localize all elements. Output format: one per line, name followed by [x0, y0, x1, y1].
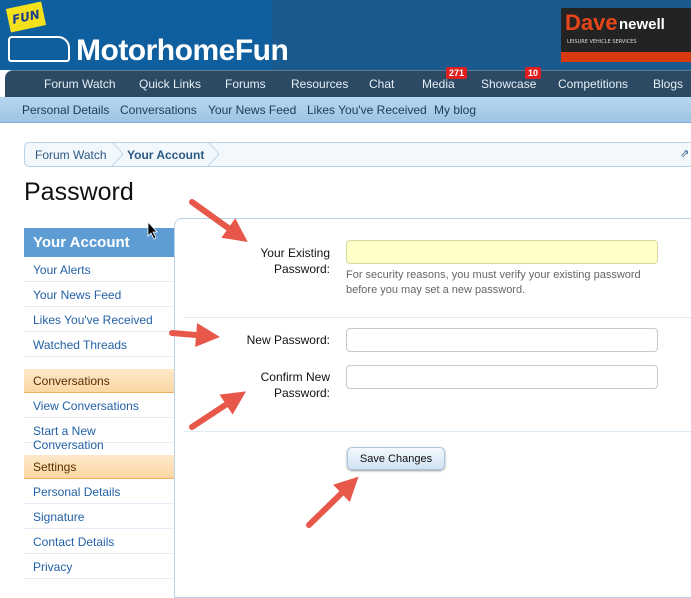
divider	[184, 317, 691, 318]
subnav-conversations[interactable]: Conversations	[120, 103, 197, 117]
page-title: Password	[24, 178, 134, 206]
breadcrumb: Forum Watch Your Account ⇗	[24, 142, 691, 167]
showcase-count-badge: 10	[525, 67, 542, 79]
sidebar-group-settings[interactable]: Settings	[24, 455, 174, 479]
existing-password-label: Your Existing Password:	[260, 246, 330, 276]
ad-tagline: LEISURE VEHICLE SERVICES	[567, 39, 637, 45]
nav-chat[interactable]: Chat	[369, 77, 394, 91]
nav-resources[interactable]: Resources	[291, 77, 348, 91]
sidebar-item-watched-threads[interactable]: Watched Threads	[24, 332, 174, 357]
divider	[184, 431, 691, 432]
nav-media-label: Media	[422, 77, 455, 91]
media-count-badge: 271	[446, 67, 468, 79]
subnav-likes[interactable]: Likes You've Received	[307, 103, 427, 117]
nav-media[interactable]: Media 271	[422, 67, 468, 91]
ad-brand: Dave	[565, 10, 618, 35]
advert-banner[interactable]: Dave newell LEISURE VEHICLE SERVICES	[561, 8, 691, 62]
sidebar-item-contact-details[interactable]: Contact Details	[24, 529, 174, 554]
existing-password-input[interactable]	[346, 240, 658, 264]
breadcrumb-your-account[interactable]: Your Account	[127, 148, 204, 162]
nav-showcase-label: Showcase	[481, 77, 537, 91]
sidebar-title[interactable]: Your Account	[24, 228, 174, 257]
nav-blogs[interactable]: Blogs	[653, 77, 683, 91]
logo-text: MotorhomeFun	[76, 34, 289, 67]
sidebar-item-privacy[interactable]: Privacy	[24, 554, 174, 579]
confirm-password-label: Confirm New Password:	[260, 370, 330, 400]
nav-quick-links[interactable]: Quick Links	[139, 77, 201, 91]
sidebar: Your Account Your Alerts Your News Feed …	[24, 228, 174, 579]
sidebar-group-conversations[interactable]: Conversations	[24, 369, 174, 393]
site-logo[interactable]: FUN MotorhomeFun	[0, 0, 289, 70]
subnav-my-blog[interactable]: My blog	[434, 103, 476, 117]
external-link-icon[interactable]: ⇗	[680, 147, 689, 160]
breadcrumb-separator	[207, 142, 220, 167]
ad-strip	[561, 52, 691, 62]
new-password-label: New Password:	[246, 333, 330, 347]
motorhome-icon	[8, 36, 70, 62]
logo-flag: FUN	[5, 1, 47, 33]
nav-forum-watch[interactable]: Forum Watch	[44, 77, 116, 91]
sidebar-item-new-conversation[interactable]: Start a New Conversation	[24, 418, 174, 452]
nav-competitions[interactable]: Competitions	[558, 77, 628, 91]
sidebar-item-view-conversations[interactable]: View Conversations	[24, 393, 174, 418]
save-changes-button[interactable]: Save Changes	[347, 447, 445, 470]
new-password-input[interactable]	[346, 328, 658, 352]
nav-forums[interactable]: Forums	[225, 77, 266, 91]
subnav-personal-details[interactable]: Personal Details	[22, 103, 109, 117]
sidebar-item-news-feed[interactable]: Your News Feed	[24, 282, 174, 307]
sidebar-item-likes[interactable]: Likes You've Received	[24, 307, 174, 332]
breadcrumb-separator	[111, 142, 124, 167]
breadcrumb-forum-watch[interactable]: Forum Watch	[35, 148, 107, 162]
subnav-news-feed[interactable]: Your News Feed	[208, 103, 296, 117]
main-nav: Forum Watch Quick Links Forums Resources…	[5, 67, 691, 97]
sidebar-item-personal-details[interactable]: Personal Details	[24, 479, 174, 504]
security-help-text: For security reasons, you must verify yo…	[346, 269, 641, 296]
ad-brand-b: newell	[619, 16, 665, 33]
sidebar-item-signature[interactable]: Signature	[24, 504, 174, 529]
sub-nav: Personal Details Conversations Your News…	[0, 97, 691, 123]
sidebar-item-alerts[interactable]: Your Alerts	[24, 257, 174, 282]
nav-showcase[interactable]: Showcase 10	[481, 67, 542, 91]
confirm-password-input[interactable]	[346, 365, 658, 389]
